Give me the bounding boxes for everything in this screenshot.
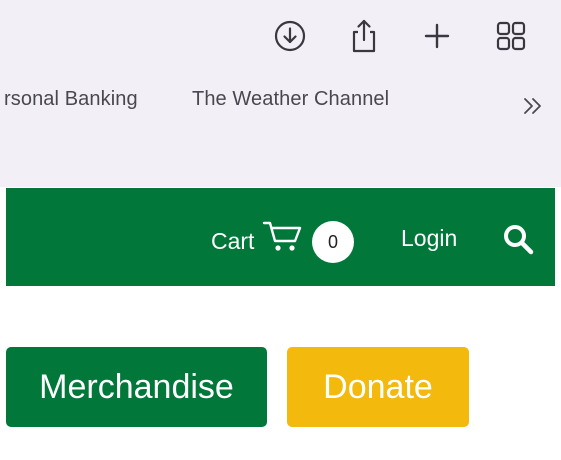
site-header: Cart 0 Login — [6, 188, 555, 286]
login-link[interactable]: Login — [401, 225, 457, 252]
download-icon[interactable] — [272, 18, 308, 54]
new-tab-icon[interactable] — [419, 18, 455, 54]
search-icon[interactable] — [501, 222, 535, 256]
bookmark-personal-banking[interactable]: rsonal Banking — [4, 88, 138, 111]
merchandise-button[interactable]: Merchandise — [6, 347, 267, 427]
cart-label: Cart — [211, 228, 255, 254]
cart-icon — [262, 217, 304, 259]
cart-link[interactable]: Cart 0 — [211, 221, 354, 263]
bookmark-weather-channel[interactable]: The Weather Channel — [192, 88, 389, 111]
donate-button[interactable]: Donate — [287, 347, 469, 427]
tab-overview-icon[interactable] — [493, 18, 529, 54]
cart-count-badge: 0 — [312, 221, 354, 263]
chevron-double-right-icon[interactable] — [519, 92, 547, 120]
browser-chrome: rsonal Banking The Weather Channel — [0, 0, 561, 187]
favorites-bar: rsonal Banking The Weather Channel — [0, 88, 561, 122]
share-icon[interactable] — [346, 18, 382, 54]
